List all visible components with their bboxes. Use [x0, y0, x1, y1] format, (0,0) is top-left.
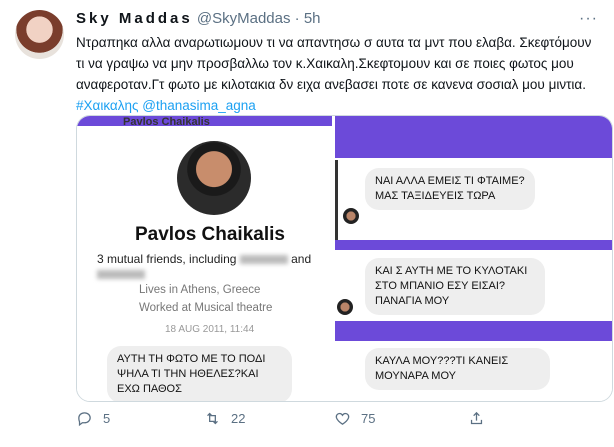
media-screenshot-right[interactable]: ΝΑΙ ΑΛΛΑ ΕΜΕΙΣ ΤΙ ΦΤΑΙΜΕ?ΜΑΣ ΤΑΞΙΔΕΥΕΙΣ …	[335, 116, 612, 401]
messenger-band-middle	[335, 240, 612, 250]
share-button[interactable]	[468, 410, 495, 427]
profile-location: Lives in Athens, Greece	[139, 284, 261, 296]
hashtag-link[interactable]: #Χαικαλης	[76, 98, 138, 113]
messenger-band-top	[335, 116, 612, 158]
message-bubble: ΝΑΙ ΑΛΛΑ ΕΜΕΙΣ ΤΙ ΦΤΑΙΜΕ?ΜΑΣ ΤΑΞΙΔΕΥΕΙΣ …	[365, 168, 535, 210]
tweet-body: Ντραπηκα αλλα αναρωτιωμουν τι να απαντησ…	[76, 35, 592, 92]
chat-top-name: Pavlos Chaikalis	[123, 116, 210, 128]
profile-name: Pavlos Chaikalis	[135, 224, 285, 245]
sender-avatar	[343, 208, 359, 224]
mutual-friends: 3 mutual friends, including and	[97, 252, 317, 282]
profile-picture	[177, 141, 251, 215]
message-bubble: ΑΥΤΗ ΤΗ ΦΩΤΟ ΜΕ ΤΟ ΠΟΔΙ ΨΗΛΑ ΤΙ ΤΗΝ ΗΘΕΛ…	[107, 346, 292, 401]
mutual-and: and	[291, 252, 312, 266]
tweet-media[interactable]: Pavlos Chaikalis Pavlos Chaikalis 3 mutu…	[76, 115, 613, 402]
mutual-prefix: 3 mutual friends, including	[97, 252, 237, 266]
messenger-band-bottom	[335, 321, 612, 341]
like-button[interactable]: 75	[334, 410, 375, 427]
mention-link[interactable]: @thanasima_agna	[142, 98, 256, 113]
retweet-button[interactable]: 22	[204, 410, 245, 427]
profile-info: Lives in Athens, Greece Worked at Musica…	[139, 281, 272, 317]
reply-count: 5	[103, 411, 111, 426]
blurred-name-2	[97, 270, 145, 280]
message-bubble: ΚΑΙ Σ ΑΥΤΗ ΜΕ ΤΟ ΚΥΛΟΤΑΚΙ ΣΤΟ ΜΠΑΝΙΟ ΕΣΥ…	[365, 258, 545, 315]
header-dot: ·	[294, 10, 300, 27]
tweet-header: Sky Maddas @SkyMaddas · 5h	[76, 10, 604, 30]
sender-avatar	[337, 299, 353, 315]
author-name[interactable]: Sky Maddas	[76, 10, 193, 27]
author-handle[interactable]: @SkyMaddas	[197, 10, 291, 27]
retweet-icon	[207, 412, 218, 425]
tweet-text: Ντραπηκα αλλα αναρωτιωμουν τι να απαντησ…	[76, 32, 596, 116]
like-count: 75	[361, 411, 376, 426]
tweet-time[interactable]: 5h	[304, 10, 321, 27]
blurred-name-1	[239, 255, 288, 265]
tweet-actions: 5 22 75	[76, 410, 596, 434]
heart-icon	[335, 412, 350, 425]
chat-divider	[335, 160, 338, 242]
media-screenshot-left[interactable]: Pavlos Chaikalis Pavlos Chaikalis 3 mutu…	[77, 116, 332, 401]
author-avatar[interactable]	[15, 10, 64, 59]
share-icon	[470, 411, 483, 425]
reply-button[interactable]: 5	[76, 410, 110, 427]
message-bubble: ΚΑΥΛΑ ΜΟΥ???ΤΙ ΚΑΝΕΙΣ ΜΟΥΝΑΡΑ ΜΟΥ	[365, 348, 550, 390]
reply-icon	[78, 412, 91, 427]
retweet-count: 22	[231, 411, 246, 426]
profile-work: Worked at Musical theatre	[139, 302, 273, 314]
chat-date: 18 AUG 2011, 11:44	[165, 324, 255, 335]
more-options-icon[interactable]: ···	[579, 10, 598, 28]
